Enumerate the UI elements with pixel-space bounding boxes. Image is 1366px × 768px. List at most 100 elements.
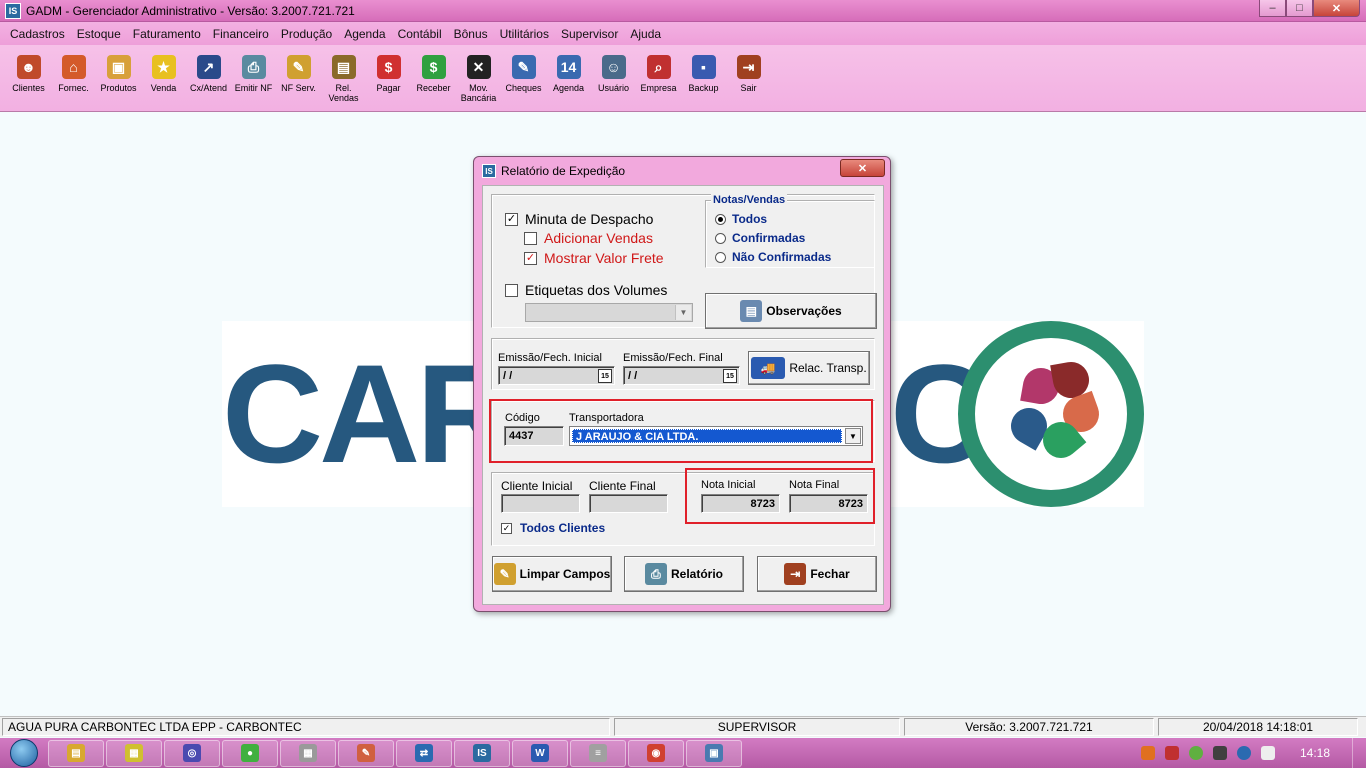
taskbar-media-button[interactable]: ◎ — [164, 739, 220, 767]
toolbar-agenda-button[interactable]: 14 Agenda — [546, 45, 591, 111]
tray-volume-icon[interactable] — [1260, 746, 1275, 760]
notas-vendas-title: Notas/Vendas — [711, 194, 788, 206]
tray-flag-icon[interactable] — [1164, 746, 1179, 760]
radio-button[interactable] — [715, 213, 726, 225]
toolbar-emitirnf-button[interactable]: ⎙ Emitir NF — [231, 45, 276, 111]
files-icon: ▦ — [125, 744, 143, 762]
toolbar-venda-button[interactable]: ★ Venda — [141, 45, 186, 111]
chrome-icon: ◉ — [647, 744, 665, 762]
star-icon: ★ — [151, 55, 176, 79]
menu-ajuda[interactable]: Ajuda — [630, 27, 661, 41]
toolbar-usurio-button[interactable]: ☺ Usuário — [591, 45, 636, 111]
logo-flower-icon — [958, 321, 1144, 507]
toolbar-clientes-button[interactable]: ☻ Clientes — [6, 45, 51, 111]
todos-clientes-check-box[interactable]: ✓ — [501, 522, 512, 534]
menu-financeiro[interactable]: Financeiro — [213, 27, 269, 41]
adicionar-check-box[interactable] — [524, 231, 537, 245]
notas-radio-0[interactable]: Todos — [715, 212, 831, 226]
toolbar-label: Mov. Bancária — [460, 83, 497, 103]
radio-button[interactable] — [715, 251, 726, 263]
close-button[interactable]: ✕ — [1313, 0, 1360, 17]
relac-transp-label: Relac. Transp. — [789, 361, 867, 375]
taskbar-teamviewer-button[interactable]: ⇄ — [396, 739, 452, 767]
toolbar-backup-button[interactable]: ▪ Backup — [681, 45, 726, 111]
taskbar-remote-button[interactable]: ▣ — [686, 739, 742, 767]
tray-app-icon[interactable] — [1140, 746, 1155, 760]
taskbar-gadm-button[interactable]: IS — [454, 739, 510, 767]
minuta-checkbox[interactable]: ✓ Minuta de Despacho — [505, 211, 653, 227]
tray-teamviewer-icon[interactable] — [1236, 746, 1251, 760]
menu-faturamento[interactable]: Faturamento — [133, 27, 201, 41]
taskbar-explorer-button[interactable]: ▤ — [48, 739, 104, 767]
calendar-icon[interactable]: 15 — [598, 369, 612, 383]
toolbar-rel-button[interactable]: ▤ Rel. Vendas — [321, 45, 366, 111]
menu-producao[interactable]: Produção — [281, 27, 332, 41]
toolbar-label: Produtos — [100, 83, 137, 93]
radio-button[interactable] — [715, 232, 726, 244]
show-desktop-button[interactable] — [1352, 738, 1366, 768]
menu-supervisor[interactable]: Supervisor — [561, 27, 618, 41]
toolbar-produtos-button[interactable]: ▣ Produtos — [96, 45, 141, 111]
fechar-button[interactable]: ⇥ Fechar — [757, 556, 877, 592]
mostrar-frete-checkbox[interactable]: ✓ Mostrar Valor Frete — [524, 250, 664, 266]
status-company: AGUA PURA CARBONTEC LTDA EPP - CARBONTEC — [2, 718, 610, 736]
maximize-button[interactable]: □ — [1286, 0, 1313, 17]
dialog-close-button[interactable]: ✕ — [840, 159, 885, 177]
notas-radio-1[interactable]: Confirmadas — [715, 231, 831, 245]
toolbar-cxatend-button[interactable]: ↗ Cx/Atend — [186, 45, 231, 111]
relac-transp-button[interactable]: 🚚 Relac. Transp. — [748, 351, 870, 385]
menu-contabil[interactable]: Contábil — [398, 27, 442, 41]
toolbar-empresa-button[interactable]: ⌕ Empresa — [636, 45, 681, 111]
limpar-campos-button[interactable]: ✎ Limpar Campos — [492, 556, 612, 592]
minuta-check-box[interactable]: ✓ — [505, 212, 518, 226]
taskbar-word-button[interactable]: W — [512, 739, 568, 767]
taskbar-files-button[interactable]: ▦ — [106, 739, 162, 767]
taskbar-green-app-button[interactable]: ● — [222, 739, 278, 767]
toolbar-cheques-button[interactable]: ✎ Cheques — [501, 45, 546, 111]
minimize-button[interactable]: – — [1259, 0, 1286, 17]
todos-clientes-checkbox[interactable]: ✓ Todos Clientes — [501, 521, 605, 535]
users-icon: ☺ — [601, 55, 626, 79]
taskbar-chrome-button[interactable]: ◉ — [628, 739, 684, 767]
eraser-icon: ✎ — [493, 563, 516, 585]
minuta-label: Minuta de Despacho — [525, 211, 654, 227]
emissao-inicial-field[interactable]: / / 15 — [498, 366, 615, 385]
etiquetas-select[interactable]: ▼ — [525, 303, 693, 322]
relatorio-label: Relatório — [670, 567, 723, 581]
window-title: GADM - Gerenciador Administrativo - Vers… — [26, 3, 355, 18]
cheque-icon: ✎ — [511, 55, 536, 79]
toolbar-fornec-button[interactable]: ⌂ Fornec. — [51, 45, 96, 111]
start-button[interactable] — [0, 738, 48, 768]
mostrar-check-box[interactable]: ✓ — [524, 251, 537, 265]
toolbar-label: Rel. Vendas — [328, 83, 359, 103]
tray-update-icon[interactable] — [1188, 746, 1203, 760]
taskbar-clock[interactable]: 14:18 — [1300, 746, 1330, 760]
calendar-icon[interactable]: 15 — [723, 369, 737, 383]
taskbar-notepad-button[interactable]: ≡ — [570, 739, 626, 767]
toolbar-sair-button[interactable]: ⇥ Sair — [726, 45, 771, 111]
menu-bonus[interactable]: Bônus — [454, 27, 488, 41]
toolbar-pagar-button[interactable]: $ Pagar — [366, 45, 411, 111]
observacoes-button[interactable]: ▤ Observações — [705, 293, 877, 329]
etiquetas-check-box[interactable] — [505, 283, 518, 297]
notas-radio-2[interactable]: Não Confirmadas — [715, 250, 831, 264]
toolbar-label: Empresa — [640, 83, 677, 93]
taskbar-paint-button[interactable]: ✎ — [338, 739, 394, 767]
menu-agenda[interactable]: Agenda — [344, 27, 385, 41]
tray-network-icon[interactable] — [1212, 746, 1227, 760]
etiquetas-checkbox[interactable]: Etiquetas dos Volumes — [505, 282, 667, 298]
relatorio-button[interactable]: ⎙ Relatório — [624, 556, 744, 592]
toolbar-label: Clientes — [12, 83, 45, 93]
toolbar-nfserv-button[interactable]: ✎ NF Serv. — [276, 45, 321, 111]
menu-cadastros[interactable]: Cadastros — [10, 27, 65, 41]
menu-estoque[interactable]: Estoque — [77, 27, 121, 41]
cliente-final-field[interactable] — [589, 494, 668, 513]
toolbar-receber-button[interactable]: $ Receber — [411, 45, 456, 111]
taskbar-calculator-button[interactable]: ▦ — [280, 739, 336, 767]
chevron-down-icon[interactable]: ▼ — [675, 305, 691, 320]
adicionar-vendas-checkbox[interactable]: Adicionar Vendas — [524, 230, 653, 246]
emissao-final-field[interactable]: / / 15 — [623, 366, 740, 385]
toolbar-mov-button[interactable]: ✕ Mov. Bancária — [456, 45, 501, 111]
cliente-inicial-field[interactable] — [501, 494, 580, 513]
menu-utilitarios[interactable]: Utilitários — [500, 27, 549, 41]
